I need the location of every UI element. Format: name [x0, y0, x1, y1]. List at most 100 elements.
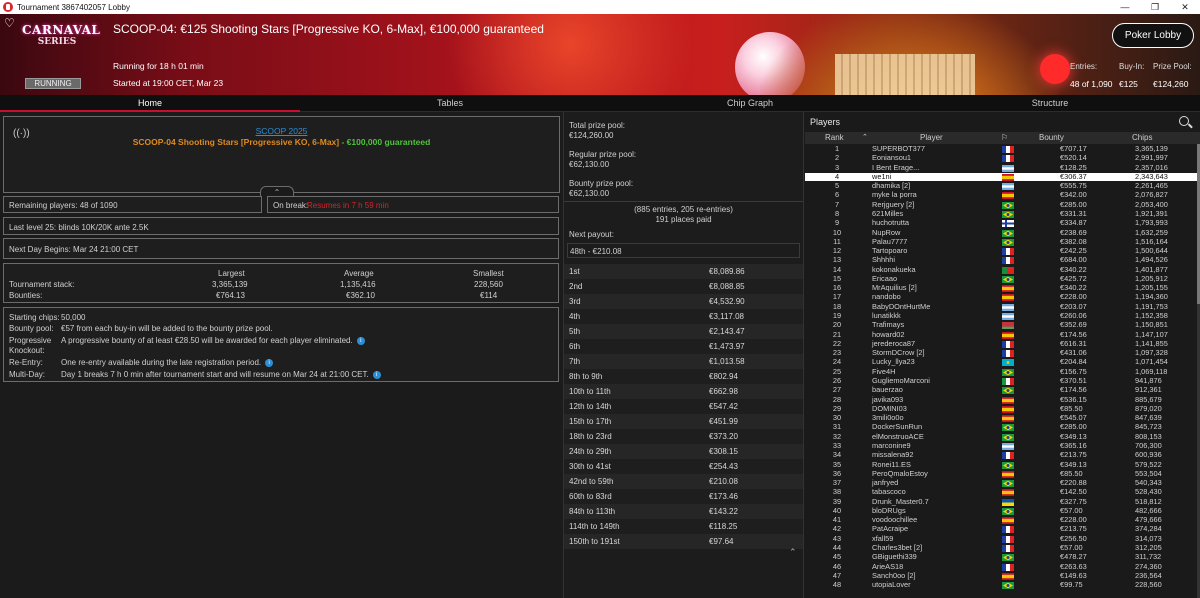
- player-rank: 15: [832, 273, 842, 283]
- player-name: Eoniansou1: [872, 153, 912, 163]
- info-icon[interactable]: i: [265, 358, 274, 367]
- collapse-chevron-icon[interactable]: ⌃: [789, 547, 797, 558]
- player-row[interactable]: 15 Ericaao €425.72 1,205,912: [805, 273, 1197, 283]
- player-row[interactable]: 33 marconine9 €365.16 706,300: [805, 441, 1197, 450]
- player-row[interactable]: 43 xfall59 €256.50 314,073: [805, 533, 1197, 543]
- player-row[interactable]: 37 janfryed €220.88 540,343: [805, 478, 1197, 488]
- player-chips: 312,205: [1135, 543, 1162, 553]
- search-icon[interactable]: [1179, 116, 1189, 126]
- player-chips: 553,504: [1135, 468, 1162, 478]
- multiday-value: Day 1 breaks 7 h 0 min after tournament …: [61, 370, 381, 379]
- player-chips: 3,365,139: [1135, 144, 1168, 153]
- player-row[interactable]: 18 BabyDOntHurtMe €203.07 1,191,753: [805, 302, 1197, 311]
- remaining-box: Remaining players: 48 of 1090: [3, 196, 262, 213]
- info-icon[interactable]: i: [372, 370, 381, 379]
- flag-header-icon[interactable]: ⚐: [1001, 132, 1008, 144]
- player-row[interactable]: 44 Charles3bet [2] €57.00 312,205: [805, 543, 1197, 553]
- buyin-label: Buy-In:: [1119, 62, 1145, 71]
- player-row[interactable]: 19 lunatikkk €260.06 1,152,358: [805, 311, 1197, 321]
- bounty-header[interactable]: Bounty: [1039, 132, 1064, 144]
- player-row[interactable]: 11 Palau7777 €382.08 1,516,164: [805, 236, 1197, 246]
- player-row[interactable]: 21 howard02 €174.56 1,147,107: [805, 330, 1197, 339]
- player-row[interactable]: 23 StormDCrow [2] €431.06 1,097,328: [805, 348, 1197, 358]
- player-row[interactable]: 22 jerederoca87 €616.31 1,141,855: [805, 339, 1197, 348]
- minimize-icon[interactable]: —: [1110, 0, 1140, 14]
- player-row[interactable]: 31 DockerSunRun €285.00 845,723: [805, 423, 1197, 432]
- payout-row: 8th to 9th €802.94: [564, 369, 803, 384]
- player-row[interactable]: 14 kokonakueka €340.22 1,401,877: [805, 265, 1197, 274]
- player-name: GBiguethi339: [872, 552, 917, 562]
- player-row[interactable]: 17 nandobo €228.00 1,194,360: [805, 292, 1197, 302]
- rank-header[interactable]: Rank: [825, 132, 844, 144]
- player-row[interactable]: 3 I Bent Erage... €128.25 2,357,016: [805, 163, 1197, 172]
- player-row[interactable]: 29 DOMINI03 €85.50 879,020: [805, 404, 1197, 413]
- info-icon[interactable]: i: [356, 336, 365, 345]
- player-row[interactable]: 20 Trafimays €352.69 1,150,851: [805, 320, 1197, 330]
- player-row[interactable]: 36 PeroQmaloEstoy €85.50 553,504: [805, 468, 1197, 478]
- country-flag-icon: [1002, 498, 1014, 506]
- poker-lobby-button[interactable]: Poker Lobby: [1112, 23, 1194, 48]
- country-flag-icon: [1002, 155, 1014, 163]
- player-name: Palau7777: [872, 236, 908, 246]
- tab-chip-graph[interactable]: Chip Graph: [600, 95, 900, 111]
- player-row[interactable]: 42 PatAcraipe €213.75 374,284: [805, 525, 1197, 534]
- tab-home[interactable]: Home: [0, 95, 300, 112]
- player-row[interactable]: 5 dhamika [2] €555.75 2,261,465: [805, 182, 1197, 191]
- chips-header[interactable]: Chips: [1132, 132, 1152, 144]
- player-rank: 43: [832, 533, 842, 543]
- player-bounty: €213.75: [1060, 450, 1087, 460]
- player-row[interactable]: 45 GBiguethi339 €478.27 311,732: [805, 552, 1197, 562]
- status-badge: RUNNING: [25, 78, 81, 89]
- players-title: Players: [810, 117, 841, 127]
- player-row[interactable]: 2 Eoniansou1 €520.14 2,991,997: [805, 153, 1197, 163]
- player-row[interactable]: 12 Tartopoaro €242.25 1,500,644: [805, 246, 1197, 256]
- player-row[interactable]: 30 3mili0o0o €545.07 847,639: [805, 414, 1197, 423]
- player-rank: 23: [832, 348, 842, 358]
- player-rank: 41: [832, 515, 842, 525]
- close-icon[interactable]: ✕: [1170, 0, 1200, 14]
- next-payout-value: 48th - €210.08: [570, 247, 622, 256]
- player-name: Trafimays: [872, 320, 905, 330]
- tab-structure[interactable]: Structure: [900, 95, 1200, 111]
- player-header[interactable]: Player: [920, 132, 943, 144]
- player-row[interactable]: 26 GugliemoMarconi €370.51 941,876: [805, 376, 1197, 385]
- player-chips: 1,194,360: [1135, 292, 1168, 302]
- maximize-icon[interactable]: ❐: [1140, 0, 1170, 14]
- player-row[interactable]: 40 bloDRUgs €57.00 482,666: [805, 506, 1197, 515]
- payout-place: 6th: [569, 342, 581, 351]
- player-row[interactable]: 8 621Milles €331.31 1,921,391: [805, 209, 1197, 218]
- player-row[interactable]: 48 utopiaLover €99.75 228,560: [805, 581, 1197, 590]
- player-row[interactable]: 47 Sanch0oo [2] €149.63 236,564: [805, 571, 1197, 580]
- tab-tables[interactable]: Tables: [300, 95, 600, 111]
- player-row[interactable]: 16 MrAquilius [2] €340.22 1,205,155: [805, 284, 1197, 293]
- player-rank: 25: [832, 366, 842, 376]
- player-chips: 311,732: [1135, 552, 1162, 562]
- favorite-heart-icon[interactable]: ♡: [4, 16, 15, 30]
- progressive-label-2: Knockout:: [9, 346, 45, 355]
- country-flag-icon: [1002, 257, 1014, 265]
- player-row[interactable]: 24 Lucky_llya23 €204.84 1,071,454: [805, 358, 1197, 367]
- player-row[interactable]: 41 voodoochillee €228.00 479,666: [805, 515, 1197, 525]
- player-bounty: €536.15: [1060, 394, 1087, 404]
- player-row[interactable]: 4 we1ni €306.37 2,343,643: [805, 172, 1197, 181]
- player-row[interactable]: 28 javika093 €536.15 885,679: [805, 394, 1197, 404]
- player-row[interactable]: 1 SUPERBOT377 €707.17 3,365,139: [805, 144, 1197, 153]
- player-row[interactable]: 10 NupRow €238.69 1,632,259: [805, 228, 1197, 237]
- payout-amount: €547.42: [709, 402, 738, 411]
- banner-decoration-light: [1040, 54, 1070, 84]
- player-name: missalena92: [872, 450, 914, 460]
- average-stack: 1,135,416: [340, 280, 376, 289]
- player-row[interactable]: 39 Drunk_Master0.7 €327.75 518,812: [805, 497, 1197, 506]
- player-row[interactable]: 6 myke la porra €342.00 2,076,827: [805, 191, 1197, 200]
- player-row[interactable]: 34 missalena92 €213.75 600,936: [805, 450, 1197, 460]
- player-row[interactable]: 27 bauerzao €174.56 912,361: [805, 386, 1197, 395]
- player-row[interactable]: 32 elMonstruoACE €349.13 808,153: [805, 432, 1197, 441]
- player-row[interactable]: 13 Shhhhi €684.00 1,494,526: [805, 256, 1197, 265]
- player-row[interactable]: 9 huchotrutta €334.87 1,793,993: [805, 219, 1197, 228]
- player-row[interactable]: 35 Ronei11.ES €349.13 579,522: [805, 460, 1197, 469]
- player-row[interactable]: 46 ArieAS18 €263.63 274,360: [805, 562, 1197, 571]
- series-link[interactable]: SCOOP 2025: [4, 126, 559, 136]
- player-row[interactable]: 25 Five4H €156.75 1,069,118: [805, 366, 1197, 376]
- player-row[interactable]: 7 Rerjguery [2] €285.00 2,053,400: [805, 200, 1197, 209]
- player-row[interactable]: 38 tabascoco €142.50 528,430: [805, 488, 1197, 497]
